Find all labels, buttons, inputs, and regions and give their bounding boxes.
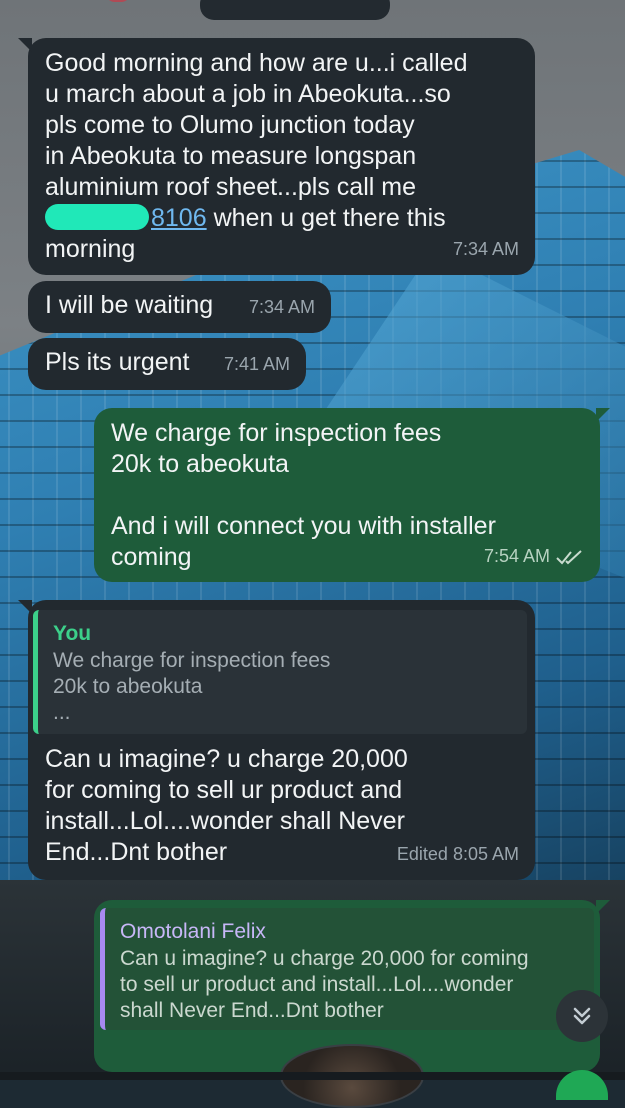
message-time: 7:34 AM <box>248 297 315 317</box>
message-text: Good morning and how are u...i called u … <box>45 49 468 263</box>
chevron-double-down-icon <box>573 1007 591 1025</box>
quote-author: You <box>53 622 92 645</box>
message-bubble-incoming[interactable]: Pls its urgent 7:41 AM <box>28 338 306 390</box>
edited-label: Edited <box>396 844 448 864</box>
quote-text: We charge for inspection fees 20k to abe… <box>53 649 331 724</box>
message-bubble-incoming[interactable]: Good morning and how are u...i called u … <box>18 38 535 275</box>
message-time: 8:05 AM <box>452 844 519 864</box>
message-time: 7:34 AM <box>452 239 519 259</box>
previous-message-bubble[interactable] <box>200 0 390 20</box>
double-check-icon <box>556 549 582 564</box>
quote-text: Can u imagine? u charge 20,000 for comin… <box>120 947 529 1022</box>
message-bubble-incoming[interactable]: You We charge for inspection fees 20k to… <box>18 600 535 880</box>
message-meta: 7:54 AM <box>484 541 584 572</box>
redaction-mark <box>45 204 149 230</box>
input-bar-edge <box>0 1072 625 1080</box>
quoted-message[interactable]: Omotolani Felix Can u imagine? u charge … <box>100 908 594 1030</box>
message-time: 7:54 AM <box>483 546 550 566</box>
message-bubble-incoming[interactable]: I will be waiting 7:34 AM <box>28 281 331 333</box>
scroll-to-bottom-button[interactable] <box>556 990 608 1042</box>
message-time: 7:41 AM <box>223 354 290 374</box>
phone-number-link[interactable]: 8106 <box>45 204 207 232</box>
quote-author: Omotolani Felix <box>120 920 266 943</box>
message-bubble-outgoing[interactable]: We charge for inspection fees 20k to abe… <box>94 408 610 582</box>
message-text: Pls its urgent <box>45 348 190 376</box>
message-meta: Edited 8:05 AM <box>397 839 519 870</box>
message-text: I will be waiting <box>45 291 214 319</box>
message-text: Can u imagine? u charge 20,000 for comin… <box>45 745 408 866</box>
quoted-message[interactable]: You We charge for inspection fees 20k to… <box>33 610 527 734</box>
